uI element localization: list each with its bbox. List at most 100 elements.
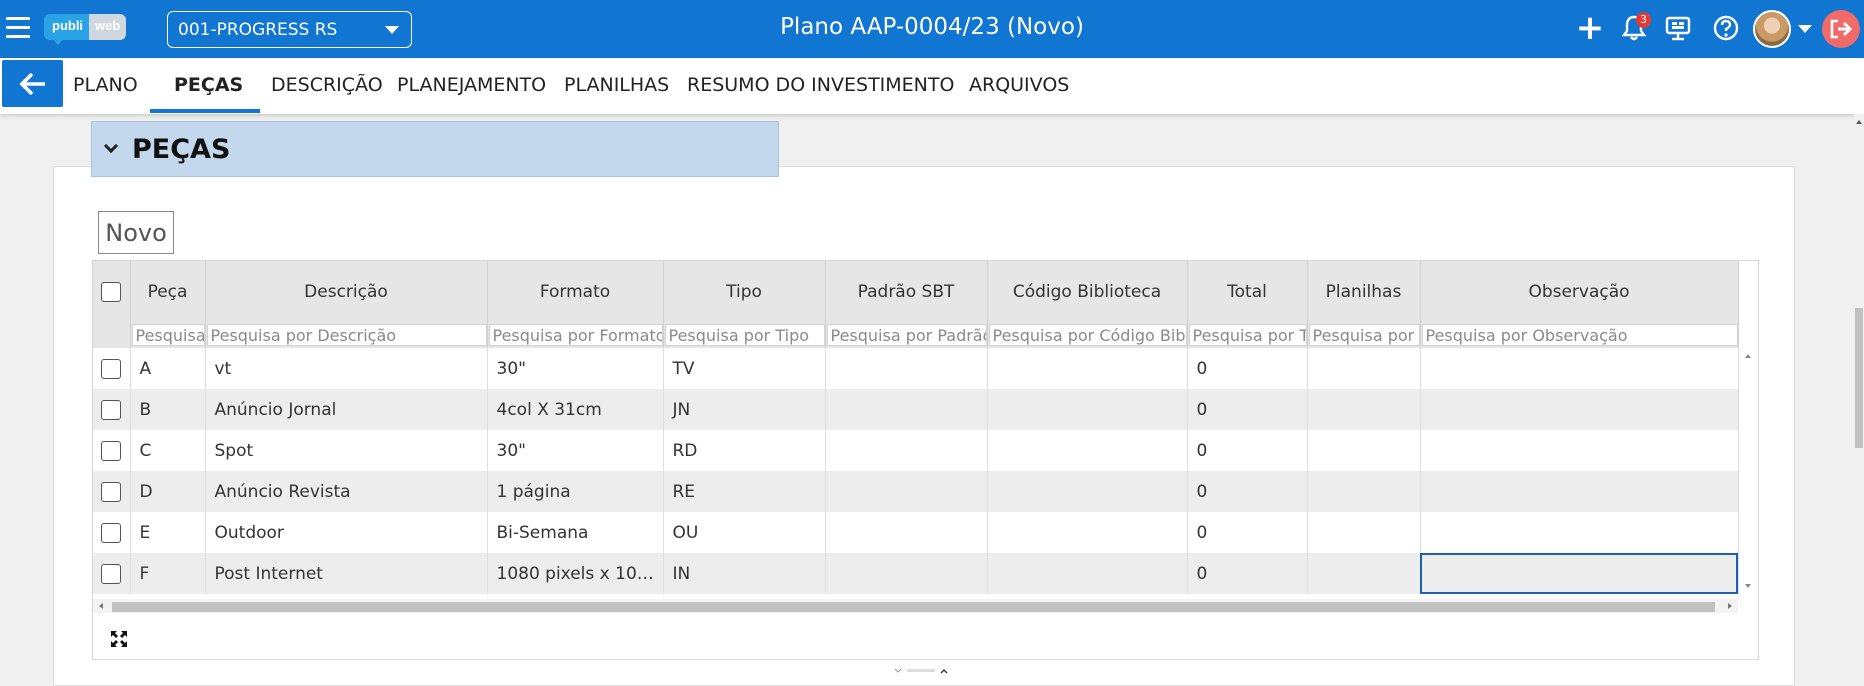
new-button[interactable]: Novo (98, 211, 174, 254)
column-header[interactable]: Planilhas (1307, 261, 1421, 322)
grid-resize-handle[interactable] (893, 660, 953, 674)
cell-total[interactable]: 0 (1187, 430, 1308, 471)
cell-observacao[interactable] (1420, 389, 1739, 430)
filter-input-observacao[interactable] (1421, 324, 1737, 346)
cell-descricao[interactable]: Outdoor (205, 512, 488, 553)
cell-observacao-selected[interactable] (1420, 553, 1739, 594)
cell-planilhas[interactable] (1307, 430, 1421, 471)
filter-input-codigo[interactable] (988, 324, 1186, 346)
row-checkbox[interactable] (101, 563, 122, 584)
cell-codigo[interactable] (987, 512, 1188, 553)
cell-peca[interactable]: A (130, 348, 206, 389)
tab-arquivos[interactable]: ARQUIVOS (969, 74, 1069, 96)
cell-planilhas[interactable] (1307, 512, 1421, 553)
cell-tipo[interactable]: TV (663, 348, 826, 389)
tab-descricao[interactable]: DESCRIÇÃO (271, 74, 383, 96)
cell-planilhas[interactable] (1307, 348, 1421, 389)
cell-total[interactable]: 0 (1187, 471, 1308, 512)
column-header[interactable]: Formato (487, 261, 664, 322)
page-vertical-scrollbar[interactable] (1854, 114, 1864, 677)
cell-observacao[interactable] (1420, 512, 1739, 553)
cell-tipo[interactable]: RD (663, 430, 826, 471)
help-icon[interactable] (1710, 12, 1742, 44)
cell-padrao[interactable] (825, 471, 988, 512)
table-row[interactable]: D Anúncio Revista 1 página RE 0 (93, 471, 1739, 512)
cell-peca[interactable]: F (130, 553, 206, 594)
page-scrollbar-thumb[interactable] (1855, 308, 1863, 448)
cell-padrao[interactable] (825, 512, 988, 553)
cell-padrao[interactable] (825, 553, 988, 594)
cell-descricao[interactable]: Anúncio Jornal (205, 389, 488, 430)
filter-input-tipo[interactable] (664, 324, 824, 346)
filter-input-planilhas[interactable] (1308, 324, 1419, 346)
column-header[interactable]: Observação (1420, 261, 1739, 322)
user-avatar[interactable] (1753, 10, 1791, 48)
table-row[interactable]: B Anúncio Jornal 4col X 31cm JN 0 (93, 389, 1739, 430)
cell-codigo[interactable] (987, 389, 1188, 430)
cell-peca[interactable]: E (130, 512, 206, 553)
user-menu-caret-icon[interactable] (1798, 25, 1812, 33)
cell-codigo[interactable] (987, 348, 1188, 389)
scroll-up-arrow-icon[interactable] (1856, 120, 1862, 124)
cell-total[interactable]: 0 (1187, 348, 1308, 389)
cell-padrao[interactable] (825, 389, 988, 430)
table-row[interactable]: E Outdoor Bi-Semana OU 0 (93, 512, 1739, 553)
cell-tipo[interactable]: IN (663, 553, 826, 594)
row-checkbox[interactable] (101, 399, 122, 420)
tab-plano[interactable]: PLANO (73, 74, 138, 96)
grid-vertical-scrollbar[interactable] (1739, 349, 1758, 592)
cell-observacao[interactable] (1420, 430, 1739, 471)
row-checkbox[interactable] (101, 522, 122, 543)
cell-peca[interactable]: C (130, 430, 206, 471)
tab-resumo-investimento[interactable]: RESUMO DO INVESTIMENTO (687, 74, 954, 96)
cell-tipo[interactable]: JN (663, 389, 826, 430)
column-header[interactable]: Tipo (663, 261, 826, 322)
presentation-icon[interactable] (1662, 12, 1694, 44)
add-icon[interactable]: + (1574, 11, 1606, 45)
row-checkbox[interactable] (101, 440, 122, 461)
column-header[interactable]: Código Biblioteca (987, 261, 1188, 322)
column-header[interactable]: Padrão SBT (825, 261, 988, 322)
cell-formato[interactable]: 30" (487, 430, 664, 471)
scrollbar-thumb[interactable] (112, 602, 1715, 612)
cell-descricao[interactable]: Post Internet (205, 553, 488, 594)
cell-planilhas[interactable] (1307, 471, 1421, 512)
filter-input-formato[interactable] (488, 324, 662, 346)
cell-formato[interactable]: 30" (487, 348, 664, 389)
column-header[interactable]: Descrição (205, 261, 488, 322)
tab-pecas[interactable]: PEÇAS (174, 74, 243, 96)
cell-formato[interactable]: 1 página (487, 471, 664, 512)
cell-codigo[interactable] (987, 471, 1188, 512)
cell-tipo[interactable]: RE (663, 471, 826, 512)
hamburger-menu-icon[interactable] (6, 17, 30, 39)
row-checkbox[interactable] (101, 358, 122, 379)
cell-padrao[interactable] (825, 430, 988, 471)
tab-planejamento[interactable]: PLANEJAMENTO (397, 74, 546, 96)
cell-formato[interactable]: 1080 pixels x 1080 pixels (487, 553, 664, 594)
cell-total[interactable]: 0 (1187, 389, 1308, 430)
table-row[interactable]: C Spot 30" RD 0 (93, 430, 1739, 471)
select-all-checkbox[interactable] (101, 281, 122, 302)
filter-input-peca[interactable] (131, 324, 204, 346)
cell-codigo[interactable] (987, 430, 1188, 471)
cell-codigo[interactable] (987, 553, 1188, 594)
grid-horizontal-scrollbar[interactable] (93, 599, 1738, 613)
logout-icon[interactable] (1822, 10, 1860, 48)
cell-descricao[interactable]: Anúncio Revista (205, 471, 488, 512)
cell-planilhas[interactable] (1307, 553, 1421, 594)
column-header[interactable]: Total (1187, 261, 1308, 322)
cell-peca[interactable]: D (130, 471, 206, 512)
cell-tipo[interactable]: OU (663, 512, 826, 553)
column-header[interactable]: Peça (130, 261, 206, 322)
cell-total[interactable]: 0 (1187, 553, 1308, 594)
cell-planilhas[interactable] (1307, 389, 1421, 430)
tab-planilhas[interactable]: PLANILHAS (564, 74, 669, 96)
filter-input-padrao[interactable] (826, 324, 986, 346)
cell-descricao[interactable]: Spot (205, 430, 488, 471)
cell-observacao[interactable] (1420, 348, 1739, 389)
filter-input-descricao[interactable] (206, 324, 486, 346)
fullscreen-expand-icon[interactable] (109, 629, 129, 649)
table-row[interactable]: F Post Internet 1080 pixels x 1080 pixel… (93, 553, 1739, 594)
cell-peca[interactable]: B (130, 389, 206, 430)
cell-formato[interactable]: Bi-Semana (487, 512, 664, 553)
